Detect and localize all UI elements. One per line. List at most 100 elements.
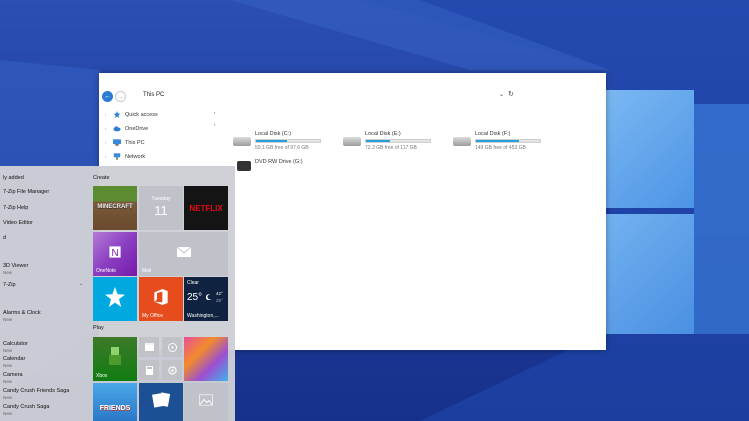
friends-logo-text: FRIENDS <box>99 405 131 412</box>
windows-logo-pane-top <box>606 90 694 208</box>
mail-envelope-icon <box>176 246 191 257</box>
app-item-calendar[interactable]: Calendar <box>3 356 25 362</box>
drive-tile-e[interactable]: Local Disk (E:) 72.3 GB free of 117 GB <box>343 131 453 153</box>
tile-weather[interactable]: Clear 25° 42° 25° Washington,... <box>184 277 228 321</box>
nav-pane-item-quick-access[interactable]: › Quick access <box>105 109 158 120</box>
tile-mail[interactable]: Mail <box>139 232 228 276</box>
start-menu[interactable]: ly added 7-Zip File Manager 7-Zip Help V… <box>0 166 235 421</box>
drive-usage-bar <box>365 139 431 143</box>
tile-xbox[interactable]: Xbox <box>93 337 137 381</box>
tile-netflix[interactable]: NETFLIX <box>184 186 228 230</box>
address-dropdown-button[interactable]: ⌄ <box>499 91 504 98</box>
tile-movies-tv[interactable] <box>139 337 159 357</box>
tile-label: OneNote <box>96 268 117 274</box>
calendar-day: Tuesday <box>151 196 171 202</box>
app-item-3d-viewer[interactable]: 3D Viewer <box>3 263 28 269</box>
weather-temperature: 25° <box>187 292 203 303</box>
tile-groove-music[interactable] <box>162 337 182 357</box>
nav-pane-item-label: Quick access <box>125 111 158 118</box>
hard-drive-icon <box>453 137 471 146</box>
nav-pane-item-onedrive[interactable]: › OneDrive <box>105 123 148 134</box>
app-item-7zip-help[interactable]: 7-Zip Help <box>3 205 28 211</box>
tile-solitaire[interactable] <box>139 383 183 421</box>
drive-free-space: 50.1 GB free of 97.6 GB <box>255 145 309 151</box>
drive-usage-bar <box>255 139 321 143</box>
app-item-7zip-file-manager[interactable]: 7-Zip File Manager <box>3 189 49 195</box>
drive-usage-bar <box>475 139 541 143</box>
nav-pane-item-this-pc[interactable]: › This PC <box>105 137 145 148</box>
tile-my-office[interactable]: My Office <box>139 277 183 321</box>
drive-free-space: 149 GB free of 453 GB <box>475 145 526 151</box>
app-item-camera[interactable]: Camera <box>3 372 23 378</box>
app-item-alarms-clock[interactable]: Alarms & Clock <box>3 310 41 316</box>
app-new-badge: New <box>3 411 13 416</box>
tile-photos[interactable] <box>184 383 228 421</box>
tile-candy-crush-friends[interactable]: FRIENDS <box>93 383 137 421</box>
dvd-drive-icon <box>237 161 251 171</box>
drive-usage-fill <box>476 140 519 142</box>
camera-icon <box>167 365 177 375</box>
moon-icon <box>206 294 212 300</box>
monitor-icon <box>113 139 121 146</box>
back-button[interactable]: ← <box>102 91 113 102</box>
app-group-letter[interactable]: d <box>3 235 6 241</box>
playing-cards-icon <box>152 392 171 408</box>
app-new-badge: New <box>3 317 13 322</box>
drive-free-space: 72.3 GB free of 117 GB <box>365 145 417 151</box>
arrow-right-icon: → <box>117 94 124 101</box>
nav-pane-item-network[interactable]: › Network <box>105 151 145 162</box>
tile-calculator[interactable] <box>139 360 159 380</box>
tile-microsoft-store[interactable] <box>93 277 137 321</box>
app-new-badge: New <box>3 395 13 400</box>
drive-tile-dvd[interactable]: DVD RW Drive (G:) <box>233 159 343 181</box>
app-new-badge: New <box>3 270 13 275</box>
star-icon <box>113 111 121 118</box>
tile-candy-crush[interactable] <box>184 337 228 381</box>
expand-arrow-icon[interactable]: › <box>105 112 113 117</box>
app-item-video-editor[interactable]: Video Editor <box>3 220 33 226</box>
app-new-badge: New <box>3 379 13 384</box>
network-icon <box>113 153 121 160</box>
pin-icon: ▪ <box>214 122 216 127</box>
tile-label: Xbox <box>96 373 108 379</box>
app-list[interactable]: ly added 7-Zip File Manager 7-Zip Help V… <box>0 166 90 421</box>
weather-high: 42° <box>216 291 223 296</box>
drive-usage-fill <box>366 140 391 142</box>
photo-icon <box>199 394 213 406</box>
address-bar-location[interactable]: This PC <box>143 92 164 98</box>
expand-arrow-icon[interactable]: › <box>105 126 113 131</box>
nav-pane-item-label: Network <box>125 153 146 160</box>
expand-arrow-icon[interactable]: › <box>105 140 113 145</box>
drive-name: Local Disk (F:) <box>475 131 511 137</box>
windows-logo-pane-bottom <box>606 214 694 334</box>
app-new-badge: New <box>3 363 13 368</box>
onenote-icon: N <box>109 246 121 259</box>
weather-low: 25° <box>216 298 223 303</box>
drive-tile-c[interactable]: Local Disk (C:) 50.1 GB free of 97.6 GB <box>233 131 343 153</box>
app-item-candy-crush[interactable]: Candy Crush Saga <box>3 404 49 410</box>
expand-arrow-icon[interactable]: › <box>105 154 113 159</box>
xbox-character-icon <box>109 346 121 365</box>
tile-label: My Office <box>142 313 164 319</box>
nav-pane-item-label: This PC <box>125 139 145 146</box>
drive-usage-fill <box>256 140 288 142</box>
app-item-candy-crush-friends[interactable]: Candy Crush Friends Saga <box>3 388 69 394</box>
arrow-left-icon: ← <box>104 93 111 100</box>
drive-name: DVD RW Drive (G:) <box>255 159 303 165</box>
drive-name: Local Disk (E:) <box>365 131 401 137</box>
tile-camera[interactable] <box>162 360 182 380</box>
app-item-7zip-folder[interactable]: 7-Zip <box>3 282 16 288</box>
tile-calendar[interactable]: Tuesday 11 <box>139 186 183 230</box>
drive-name: Local Disk (C:) <box>255 131 292 137</box>
minecraft-logo-text: MINECRAFT <box>97 204 133 210</box>
weather-city: Washington,... <box>187 313 219 319</box>
chevron-down-icon: ⌄ <box>499 92 505 98</box>
chevron-down-icon[interactable]: ⌄ <box>79 281 83 287</box>
refresh-button[interactable]: ↻ <box>508 90 514 98</box>
drive-tile-f[interactable]: Local Disk (F:) 149 GB free of 453 GB <box>453 131 563 153</box>
forward-button[interactable]: → <box>115 91 126 102</box>
app-item-calculator[interactable]: Calculator <box>3 341 28 347</box>
tile-minecraft[interactable]: MINECRAFT <box>93 186 137 230</box>
svg-text:N: N <box>111 248 118 259</box>
tile-onenote[interactable]: N OneNote <box>93 232 137 276</box>
